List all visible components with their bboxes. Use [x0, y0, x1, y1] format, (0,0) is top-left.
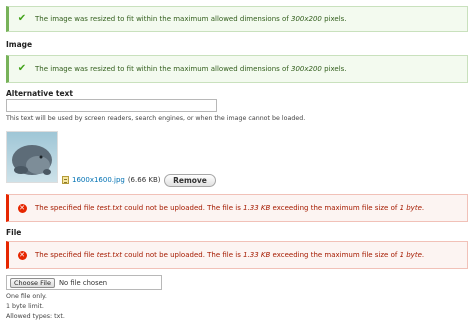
error-message-upload: ✕ The specified file test.txt could not … [6, 194, 468, 222]
no-file-chosen-text: No file chosen [58, 278, 108, 287]
error-icon: ✕ [17, 203, 27, 213]
file-upload-input[interactable]: Choose File No file chosen [6, 275, 162, 290]
uploaded-file-link[interactable]: 1600x1600.jpg [72, 176, 125, 184]
uploaded-file-size: (6.66 KB) [127, 176, 161, 184]
check-icon: ✔ [17, 63, 27, 74]
status-message-text: The image was resized to fit within the … [35, 15, 347, 23]
remove-button[interactable]: Remove [164, 174, 216, 187]
check-icon: ✔ [17, 13, 27, 24]
file-description-count: One file only. [6, 293, 47, 300]
file-description-types: Allowed types: txt. [6, 313, 65, 320]
error-icon: ✕ [17, 250, 27, 260]
status-message-text: The image was resized to fit within the … [35, 65, 347, 73]
choose-file-button[interactable]: Choose File [10, 277, 55, 288]
error-message-upload-file: ✕ The specified file test.txt could not … [6, 241, 468, 269]
error-message-text: The specified file test.txt could not be… [35, 251, 425, 259]
image-file-icon [62, 176, 69, 184]
image-field-label: Image [6, 40, 33, 49]
alt-text-label: Alternative text [6, 89, 73, 98]
alt-text-description: This text will be used by screen readers… [6, 115, 306, 122]
uploaded-file-info: 1600x1600.jpg (6.66 KB) [62, 176, 161, 184]
file-field-label: File [6, 228, 22, 237]
alt-text-input[interactable] [6, 99, 217, 112]
status-message-resize: ✔ The image was resized to fit within th… [6, 6, 468, 32]
file-description-limit: 1 byte limit. [6, 303, 44, 310]
status-message-resize-image: ✔ The image was resized to fit within th… [6, 55, 468, 83]
image-thumbnail [6, 131, 58, 183]
error-message-text: The specified file test.txt could not be… [35, 204, 425, 212]
